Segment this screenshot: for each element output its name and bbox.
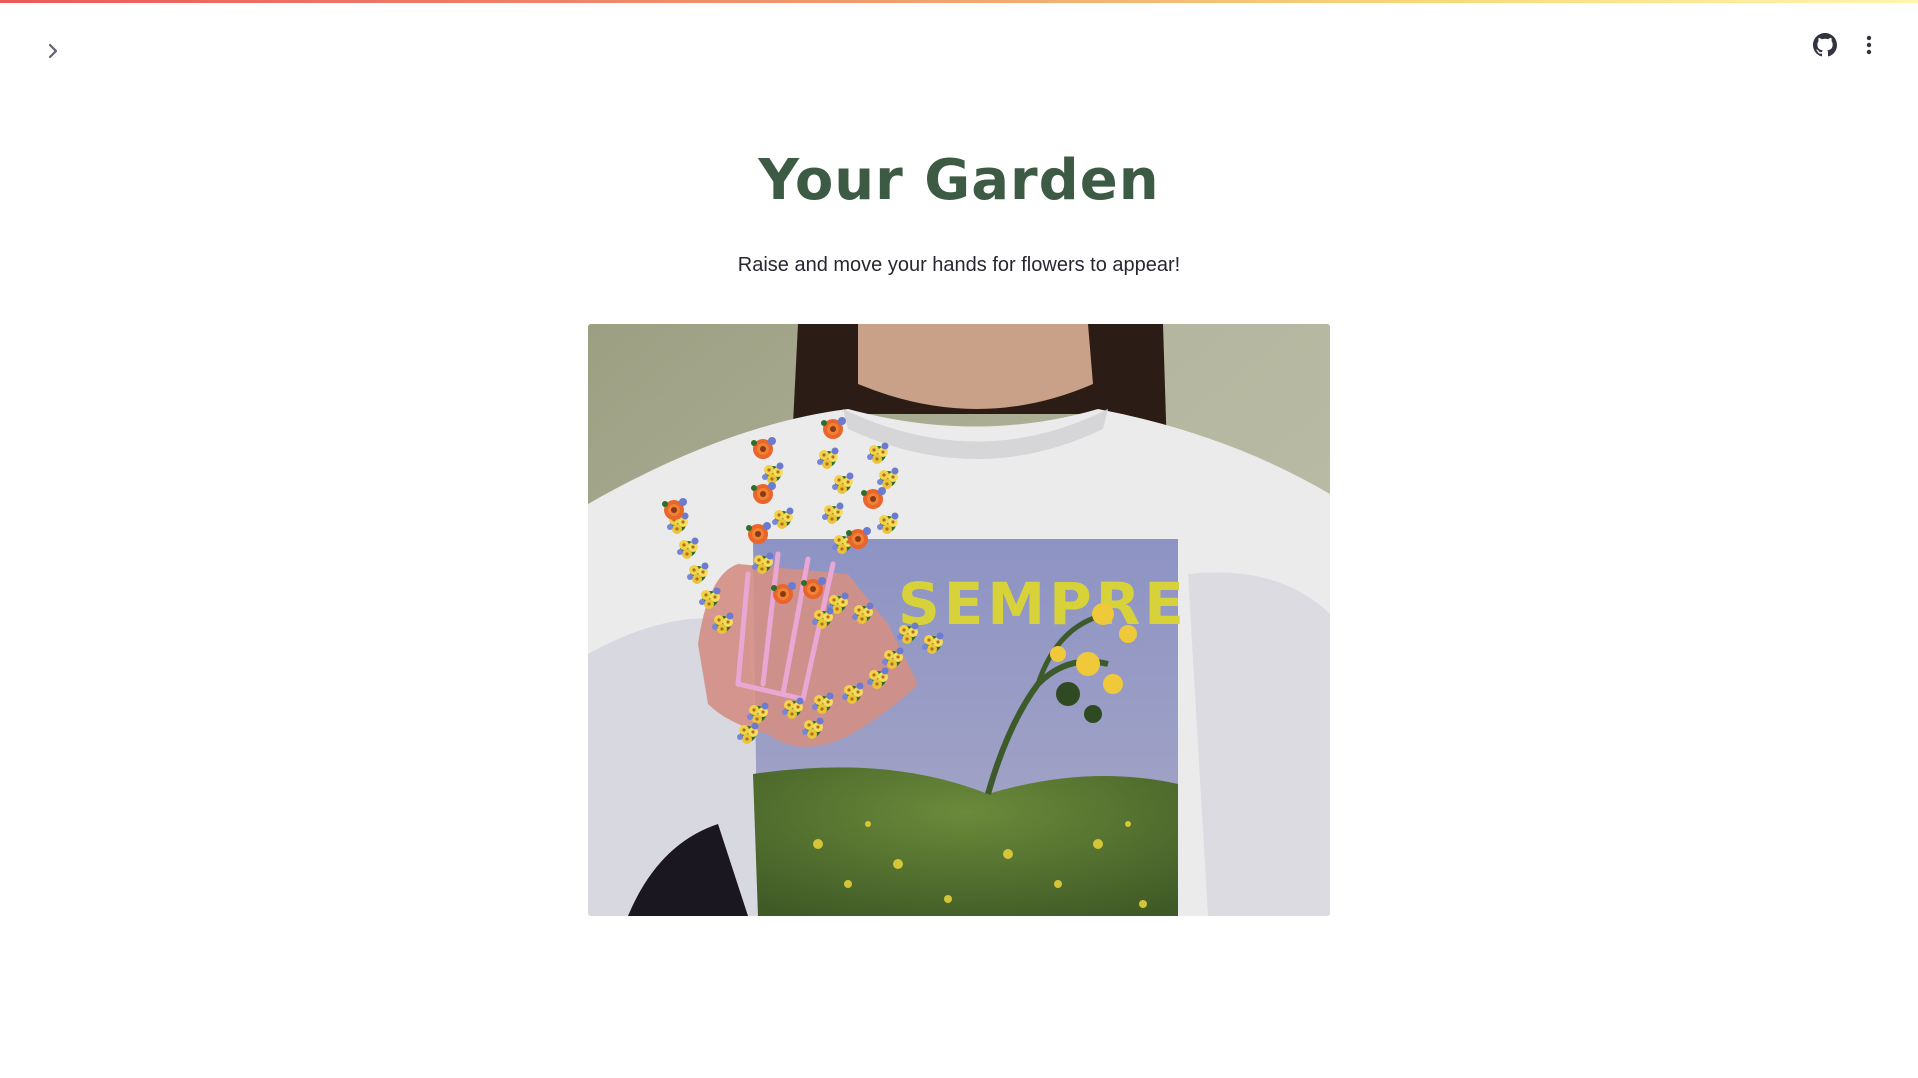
shirt-graphic-text: SEMPRE [898, 570, 1188, 638]
page-subtitle: Raise and move your hands for flowers to… [737, 254, 1181, 276]
main-content: Your Garden Raise and move your hands fo… [0, 0, 1918, 279]
webcam-video-frame: SEMPRE [588, 324, 1330, 916]
app-window: Your Garden Raise and move your hands fo… [0, 0, 1918, 1078]
page-title: Your Garden [758, 148, 1160, 213]
webcam-image: SEMPRE [588, 324, 1330, 916]
